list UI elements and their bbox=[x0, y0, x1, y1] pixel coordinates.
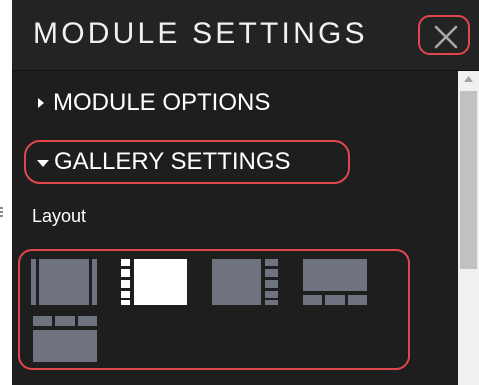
scroll-up-arrow-icon[interactable] bbox=[458, 71, 479, 88]
layout-option-thumbnails-top-main[interactable] bbox=[33, 316, 97, 362]
layout-main-thumbnails-bottom-icon bbox=[303, 259, 367, 305]
layout-option-main-thumbnails-right[interactable] bbox=[212, 259, 278, 305]
panel-title: MODULE SETTINGS bbox=[33, 17, 368, 50]
close-button[interactable] bbox=[418, 15, 470, 55]
caret-down-icon bbox=[37, 160, 49, 167]
section-label: MODULE OPTIONS bbox=[53, 89, 271, 116]
layout-label: Layout bbox=[32, 206, 87, 226]
section-label: GALLERY SETTINGS bbox=[54, 148, 291, 175]
close-icon bbox=[434, 25, 458, 49]
scrollbar-thumb[interactable] bbox=[460, 91, 477, 269]
page-edge-marker bbox=[0, 207, 4, 221]
caret-right-icon bbox=[38, 98, 44, 108]
layout-main-thumbnails-right-icon bbox=[212, 259, 278, 305]
layout-option-main-thumbnails-bottom[interactable] bbox=[303, 259, 367, 305]
section-module-options[interactable]: MODULE OPTIONS bbox=[38, 88, 270, 118]
layout-thumbnails-left-main-icon bbox=[121, 259, 187, 305]
section-gallery-settings[interactable]: GALLERY SETTINGS bbox=[24, 140, 350, 184]
module-settings-screenshot: MODULE SETTINGS MODULE OPTIONS GALLERY S… bbox=[0, 0, 479, 385]
layout-option-thumbnails-left-main[interactable] bbox=[121, 259, 187, 305]
vertical-scrollbar[interactable] bbox=[458, 71, 479, 385]
layout-thumbnails-top-main-icon bbox=[33, 316, 97, 362]
layout-option-full-with-side-strips[interactable] bbox=[31, 259, 97, 305]
layout-full-with-side-strips-icon bbox=[31, 259, 97, 305]
